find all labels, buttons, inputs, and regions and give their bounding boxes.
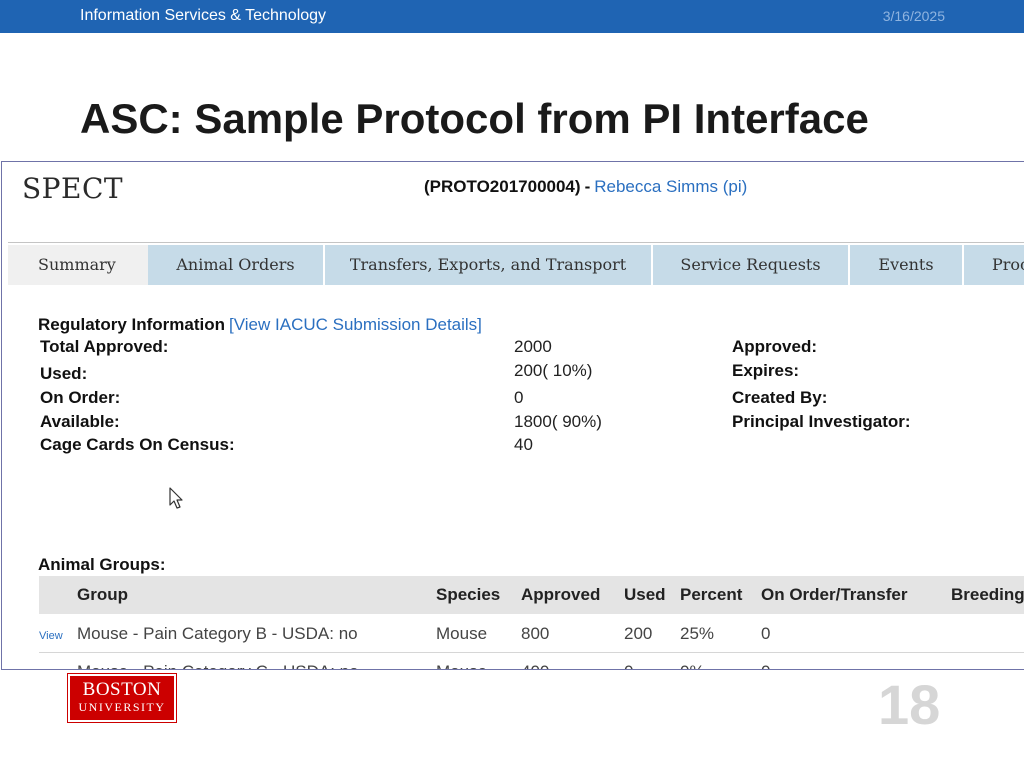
column-header-on-order-transfer[interactable]: On Order/Transfer — [761, 585, 907, 605]
protocol-separator: - — [584, 177, 591, 196]
table-row: View Mouse - Pain Category B - USDA: no … — [39, 614, 1024, 653]
app-title: SPECT — [22, 172, 124, 205]
tab-animal-orders[interactable]: Animal Orders — [148, 245, 325, 285]
tab-proc[interactable]: Proc — [964, 245, 1024, 285]
application-screenshot: SPECT (PROTO201700004) - Rebecca Simms (pi… — [1, 161, 1024, 670]
column-header-percent[interactable]: Percent — [680, 585, 742, 605]
tab-service-requests[interactable]: Service Requests — [653, 245, 850, 285]
animal-groups-header-row: Group Species Approved Used Percent On O… — [39, 576, 1024, 614]
stat-value-on-order: 0 — [514, 388, 524, 407]
cell-approved: 800 — [521, 624, 550, 643]
stat-label-total-approved: Total Approved: — [40, 337, 169, 356]
stat-label-used: Used: — [40, 364, 88, 383]
slide-number: 18 — [878, 673, 941, 736]
stat-label-available: Available: — [40, 412, 120, 431]
stat-value-total-approved: 2000 — [514, 337, 552, 356]
cell-species: Mouse — [436, 662, 487, 669]
tab-transfers-exports-transport[interactable]: Transfers, Exports, and Transport — [325, 245, 653, 285]
view-iacuc-link[interactable]: [View IACUC Submission Details] — [229, 315, 482, 334]
tab-summary[interactable]: Summary — [8, 245, 148, 285]
stat-value-available: 1800( 90%) — [514, 412, 602, 431]
tab-events[interactable]: Events — [850, 245, 964, 285]
column-header-approved[interactable]: Approved — [521, 585, 600, 605]
date-label: 3/16/2025 — [882, 8, 945, 24]
slide-title: ASC: Sample Protocol from PI Interface — [80, 95, 869, 142]
cell-used: 200 — [624, 624, 653, 643]
boston-university-logo: BOSTON UNIVERSITY — [67, 673, 177, 723]
protocol-id: (PROTO201700004) — [424, 177, 581, 196]
animal-groups-heading: Animal Groups: — [38, 555, 166, 574]
table-row-partial: Mouse - Pain Category C - USDA: no Mouse… — [39, 653, 1024, 669]
cell-on-order: 0 — [761, 662, 770, 669]
header-bar: Information Services & Technology 3/16/2… — [0, 0, 1024, 33]
cell-on-order: 0 — [761, 624, 771, 643]
regulatory-heading-label: Regulatory Information — [38, 315, 226, 334]
cell-group: Mouse - Pain Category C - USDA: no — [77, 662, 359, 669]
cell-percent: 0% — [680, 662, 705, 669]
stat-value-cage-cards: 40 — [514, 435, 533, 454]
column-header-species[interactable]: Species — [436, 585, 500, 605]
cell-percent: 25% — [680, 624, 715, 643]
label-expires: Expires: — [732, 361, 800, 380]
regulatory-heading: Regulatory Information [View IACUC Submis… — [38, 315, 482, 335]
protocol-header: (PROTO201700004) - Rebecca Simms (pi) — [424, 177, 747, 197]
cell-approved: 400 — [521, 662, 549, 669]
column-header-used[interactable]: Used — [624, 585, 666, 605]
stat-label-cage-cards: Cage Cards On Census: — [40, 435, 235, 454]
column-header-group[interactable]: Group — [77, 585, 128, 605]
department-label: Information Services & Technology — [80, 7, 327, 24]
logo-line-2: UNIVERSITY — [78, 700, 166, 714]
label-approved: Approved: — [732, 337, 817, 356]
cell-used: 0 — [624, 662, 633, 669]
stat-label-on-order: On Order: — [40, 388, 121, 407]
view-link[interactable]: View — [39, 630, 63, 642]
cell-group: Mouse - Pain Category B - USDA: no — [77, 624, 358, 643]
mouse-pointer-icon — [169, 487, 183, 509]
pi-link[interactable]: Rebecca Simms (pi) — [594, 177, 747, 196]
cell-species: Mouse — [436, 624, 488, 643]
column-header-breeding[interactable]: Breeding — [951, 585, 1024, 605]
label-created-by: Created By: — [732, 388, 828, 407]
stat-value-used: 200( 10%) — [514, 361, 593, 380]
label-principal-investigator: Principal Investigator: — [732, 412, 911, 431]
logo-line-1: BOSTON — [82, 679, 162, 700]
tab-bar: Summary Animal Orders Transfers, Exports… — [8, 245, 1024, 285]
